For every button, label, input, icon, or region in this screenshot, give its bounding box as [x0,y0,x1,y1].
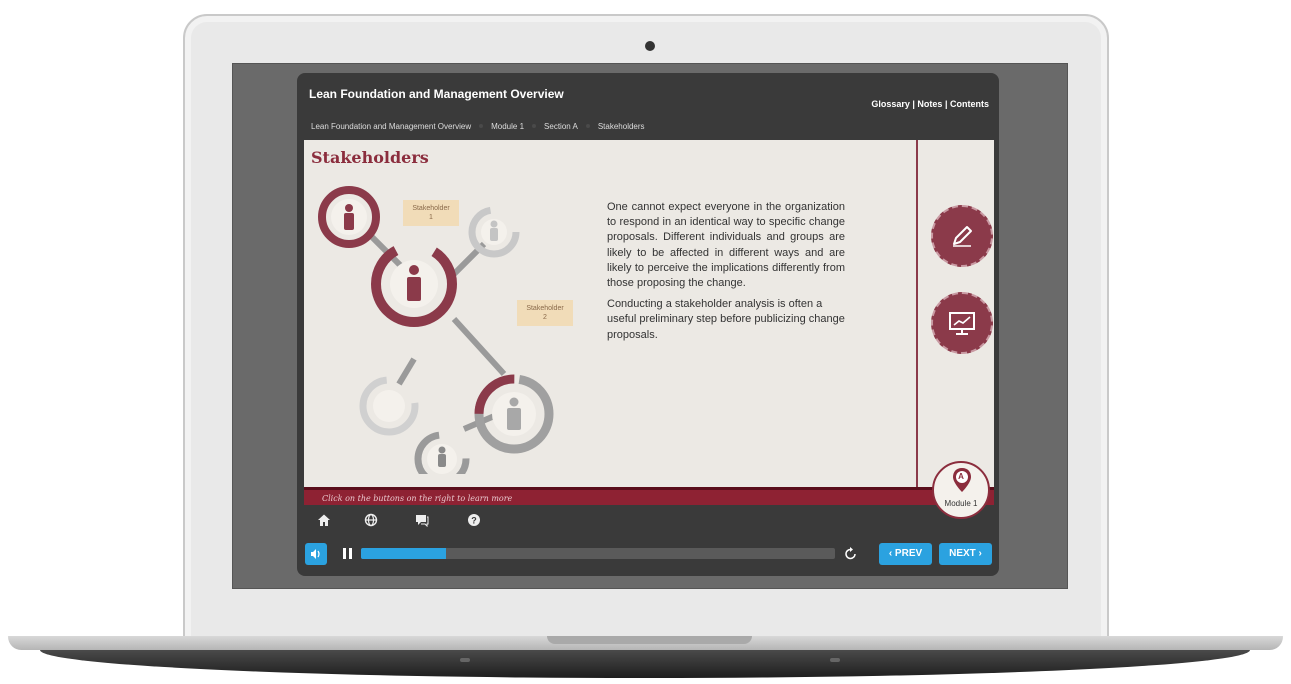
laptop-foot [460,658,470,662]
hint-text: Click on the buttons on the right to lea… [322,494,513,503]
contents-link[interactable]: Contents [950,99,989,109]
webcam [645,41,655,51]
volume-button[interactable] [305,543,327,565]
chat-icon[interactable] [415,513,429,527]
breadcrumb-separator [532,124,537,128]
top-links: Glossary | Notes | Contents [871,99,989,109]
stakeholder-node-bottom [414,431,470,474]
stakeholder-node-top-left [318,186,380,248]
speaker-icon [311,549,320,559]
presentation-chart-icon [949,312,975,335]
module-label: Module 1 [944,499,978,508]
prev-button[interactable]: ‹ PREV [879,543,932,565]
media-controls: ‹ PREV NEXT › [297,542,999,576]
breadcrumb-separator [585,124,590,128]
laptop-notch [547,636,752,644]
next-button[interactable]: NEXT › [939,543,992,565]
side-divider [916,140,918,487]
stakeholder-tag-label: Stakeholder [526,305,564,312]
stakeholder-node-large [371,241,457,327]
stakeholder-node-right [468,206,520,258]
notes-link[interactable]: Notes [917,99,942,109]
home-icon[interactable] [317,513,331,527]
pause-button[interactable] [343,548,353,560]
help-icon[interactable]: ? [467,513,481,527]
breadcrumb-course: Lean Foundation and Management Overview [311,122,472,131]
breadcrumb-separator [479,124,484,128]
link-separator: | [912,99,915,109]
svg-text:?: ? [471,516,477,526]
module-badge[interactable]: A Module 1 [932,461,990,519]
glossary-link[interactable]: Glossary [871,99,910,109]
stakeholder-node-bottom-right [474,374,554,454]
progress-bar[interactable] [361,548,835,559]
replay-icon[interactable] [844,545,858,561]
laptop-base-shadow [40,650,1250,678]
course-player: Lean Foundation and Management Overview … [297,73,999,576]
hint-bar: Click on the buttons on the right to lea… [304,487,994,505]
stakeholder-tag-label: Stakeholder [412,205,450,212]
presentation-button[interactable] [931,292,993,354]
progress-fill [361,548,447,559]
globe-icon[interactable] [364,513,378,527]
stakeholder-tag-number: 2 [543,314,547,321]
course-title: Lean Foundation and Management Overview [309,87,564,101]
breadcrumb-section: Section A [544,122,578,131]
pencil-icon [953,226,972,247]
stakeholder-diagram [318,186,554,474]
slide-body: One cannot expect everyone in the organi… [607,200,845,349]
stakeholder-tag-number: 1 [429,214,433,221]
stakeholder-tag: Stakeholder 2 [517,300,573,326]
breadcrumb-module: Module 1 [491,122,525,131]
module-letter: A [958,472,964,481]
breadcrumb: Lean Foundation and Management Overview M… [311,122,653,131]
link-separator: | [944,99,948,109]
stakeholder-node-left [359,376,419,436]
notes-button[interactable] [931,205,993,267]
body-paragraph: One cannot expect everyone in the organi… [607,201,845,290]
laptop-foot [830,658,840,662]
breadcrumb-page: Stakeholders [597,122,645,131]
slide-title: Stakeholders [311,148,429,167]
body-paragraph: Conducting a stakeholder analysis is oft… [607,298,845,341]
stakeholder-tag: Stakeholder 1 [403,200,459,226]
slide-content: Stakeholders Stakeholder 1 Stakeholder 2… [304,140,994,487]
